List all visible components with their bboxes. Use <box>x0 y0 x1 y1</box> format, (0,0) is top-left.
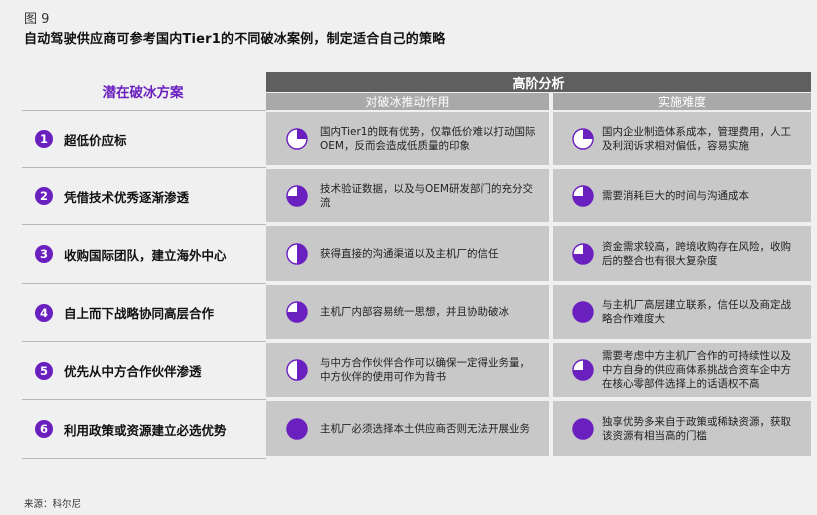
strategy-label: 超低价应标 <box>64 132 127 148</box>
cell-text: 需要考虑中方主机厂合作的可持续性以及中方自身的供应商体系挑战合资车企中方在核心零… <box>602 350 791 390</box>
cell-text: 需要消耗巨大的时间与沟通成本 <box>602 189 749 202</box>
harvey-ball-icon <box>286 127 308 150</box>
cell-text: 国内Tier1的既有优势，仅靠低价难以打动国际OEM，反而会造成低质量的印象 <box>320 125 536 152</box>
strategy-label: 自上而下战略协同高层合作 <box>64 306 215 321</box>
strategy-label: 利用政策或资源建立必选优势 <box>64 422 227 438</box>
difficulty-cell: 独享优势多来自于政策或稀缺资源，获取该资源有相当高的门槛 <box>553 401 811 456</box>
row-number-badge: 1 <box>35 130 53 148</box>
harvey-ball-icon <box>286 417 308 440</box>
strategy-row-1: 1 超低价应标 <box>22 110 266 167</box>
harvey-ball-icon <box>572 301 594 323</box>
harvey-ball-icon <box>572 127 594 150</box>
header-advanced-analysis: 高阶分析 <box>266 72 811 92</box>
difficulty-cell: 与主机厂高层建立联系，信任以及商定战略合作难度大 <box>553 285 811 339</box>
harvey-ball-icon <box>572 184 594 207</box>
row-number-badge: 5 <box>35 361 53 380</box>
row-number-badge: 4 <box>35 303 53 322</box>
strategy-label: 收购国际团队，建立海外中心 <box>64 247 227 263</box>
difficulty-cell: 需要考虑中方主机厂合作的可持续性以及中方自身的供应商体系挑战合资车企中方在核心零… <box>553 343 811 397</box>
cell-text: 独享优势多来自于政策或稀缺资源，获取该资源有相当高的门槛 <box>602 415 791 442</box>
strategy-label: 优先从中方合作伙伴渗透 <box>64 364 202 379</box>
figure-label: 图 9 <box>24 12 50 27</box>
strategy-row-5: 5 优先从中方合作伙伴渗透 <box>22 341 266 399</box>
strategy-label: 凭借技术优秀逐渐渗透 <box>64 189 190 205</box>
cell-text: 主机厂必须选择本土供应商否则无法开展业务 <box>320 422 530 435</box>
difficulty-cell: 资金需求较高，跨境收购存在风险，收购后的整合也有很大复杂度 <box>553 226 811 281</box>
icebreak-effect-cell: 国内Tier1的既有优势，仅靠低价难以打动国际OEM，反而会造成低质量的印象 <box>266 112 549 165</box>
cell-text: 国内企业制造体系成本，管理费用，人工及利润诉求相对偏低，容易实施 <box>602 125 791 152</box>
row-number-badge: 2 <box>35 187 53 205</box>
icebreak-effect-cell: 与中方合作伙伴合作可以确保一定得业务量，中方伙伴的使用可作为背书 <box>266 343 549 397</box>
cell-text: 主机厂内部容易统一思想，并且协助破冰 <box>320 306 509 318</box>
header-icebreak-effect: 对破冰推动作用 <box>266 93 549 110</box>
harvey-ball-icon <box>286 301 308 323</box>
icebreak-effect-cell: 获得直接的沟通渠道以及主机厂的信任 <box>266 226 549 281</box>
cell-text: 与中方合作伙伴合作可以确保一定得业务量，中方伙伴的使用可作为背书 <box>320 357 530 383</box>
harvey-ball-icon <box>572 242 594 265</box>
strategy-row-2: 2 凭借技术优秀逐渐渗透 <box>22 167 266 224</box>
icebreak-effect-cell: 技术验证数据，以及与OEM研发部门的充分交流 <box>266 169 549 222</box>
harvey-ball-icon <box>286 242 308 265</box>
row-number-badge: 3 <box>35 245 53 263</box>
difficulty-cell: 需要消耗巨大的时间与沟通成本 <box>553 169 811 222</box>
harvey-ball-icon <box>572 417 594 440</box>
strategy-row-6: 6 利用政策或资源建立必选优势 <box>22 399 266 459</box>
header-potential-solutions: 潜在破冰方案 <box>102 85 184 101</box>
header-difficulty: 实施难度 <box>553 93 811 110</box>
cell-text: 与主机厂高层建立联系，信任以及商定战略合作难度大 <box>602 299 791 325</box>
row-number-badge: 6 <box>35 420 53 438</box>
harvey-ball-icon <box>572 359 594 381</box>
difficulty-cell: 国内企业制造体系成本，管理费用，人工及利润诉求相对偏低，容易实施 <box>553 112 811 165</box>
source-note: 来源：科尔尼 <box>24 499 82 510</box>
strategy-row-3: 3 收购国际团队，建立海外中心 <box>22 224 266 283</box>
harvey-ball-icon <box>286 184 308 207</box>
harvey-ball-icon <box>286 359 308 381</box>
icebreak-effect-cell: 主机厂内部容易统一思想，并且协助破冰 <box>266 285 549 339</box>
strategy-row-4: 4 自上而下战略协同高层合作 <box>22 283 266 341</box>
figure-title: 自动驾驶供应商可参考国内Tier1的不同破冰案例，制定适合自己的策略 <box>24 32 446 47</box>
icebreak-effect-cell: 主机厂必须选择本土供应商否则无法开展业务 <box>266 401 549 456</box>
cell-text: 技术验证数据，以及与OEM研发部门的充分交流 <box>320 182 533 209</box>
cell-text: 获得直接的沟通渠道以及主机厂的信任 <box>320 247 499 260</box>
cell-text: 资金需求较高，跨境收购存在风险，收购后的整合也有很大复杂度 <box>602 240 791 267</box>
